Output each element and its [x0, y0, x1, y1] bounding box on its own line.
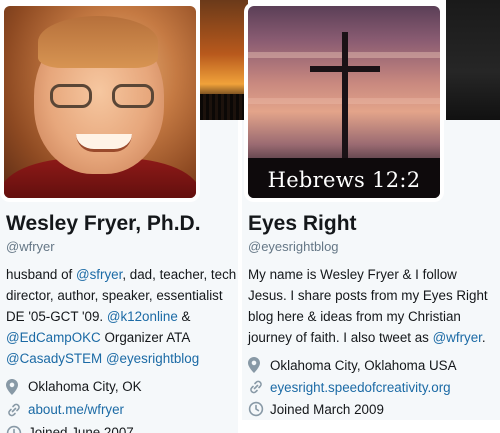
website-row: eyesright.speedofcreativity.org — [248, 376, 498, 398]
location-row: Oklahoma City, OK — [6, 375, 238, 398]
bio-text: Organizer ATA — [100, 330, 191, 345]
profile-bio: husband of @sfryer, dad, teacher, tech d… — [6, 264, 238, 369]
website-link[interactable]: about.me/wfryer — [28, 402, 124, 417]
joined-text: Joined June 2007 — [28, 425, 134, 433]
location-text: Oklahoma City, OK — [28, 379, 142, 394]
bio-text: husband of — [6, 267, 76, 282]
profile-handle[interactable]: @eyesrightblog — [248, 238, 498, 256]
bio-text: & — [177, 309, 191, 324]
avatar-eyes-right[interactable]: Hebrews 12:2 — [244, 2, 444, 202]
pin-icon — [6, 378, 28, 395]
profile-info-eyes-right: Eyes Right @eyesrightblog My name is Wes… — [248, 210, 498, 420]
joined-row: Joined March 2009 — [248, 398, 498, 420]
location-text: Oklahoma City, Oklahoma USA — [270, 357, 457, 373]
profile-name[interactable]: Eyes Right — [248, 210, 498, 238]
link-icon — [248, 379, 270, 395]
website-row: about.me/wfryer — [6, 398, 238, 421]
bio-text: Jesus. I share posts from my Eyes Right — [248, 288, 488, 303]
bio-text: director, author, speaker, essentialist — [6, 288, 223, 303]
bio-text: , dad, teacher, tech — [122, 267, 237, 282]
calendar-icon — [248, 401, 270, 417]
avatar-caption: Hebrews 12:2 — [267, 168, 421, 192]
banner-image-sunset — [200, 0, 248, 120]
mention-link[interactable]: @eyesrightblog — [106, 351, 199, 366]
location-row: Oklahoma City, Oklahoma USA — [248, 354, 498, 376]
mention-link[interactable]: @k12online — [107, 309, 178, 324]
banner-image-dark — [446, 0, 500, 120]
profile-info-wesley: Wesley Fryer, Ph.D. @wfryer husband of @… — [6, 210, 238, 433]
mention-link[interactable]: @wfryer — [433, 330, 482, 345]
mention-link[interactable]: @CasadySTEM — [6, 351, 102, 366]
website-link[interactable]: eyesright.speedofcreativity.org — [270, 380, 451, 395]
bio-text: journey of faith. I also tweet as — [248, 330, 433, 345]
profile-name[interactable]: Wesley Fryer, Ph.D. — [6, 210, 238, 238]
joined-text: Joined March 2009 — [270, 401, 384, 417]
mention-link[interactable]: @sfryer — [76, 267, 122, 282]
bio-text: DE '05-GCT '09. — [6, 309, 107, 324]
avatar-wesley[interactable] — [0, 2, 200, 202]
calendar-icon — [6, 425, 28, 433]
link-icon — [6, 402, 28, 418]
bio-text: . — [481, 330, 486, 345]
bio-text: blog here & ideas from my Christian — [248, 309, 461, 324]
bio-text: My name is Wesley Fryer & I follow — [248, 267, 457, 282]
pin-icon — [248, 357, 270, 373]
profile-handle[interactable]: @wfryer — [6, 238, 238, 256]
profile-bio: My name is Wesley Fryer & I follow Jesus… — [248, 264, 498, 348]
mention-link[interactable]: @EdCampOKC — [6, 330, 101, 345]
profile-meta: Oklahoma City, OK about.me/wfryer Joined… — [6, 375, 238, 433]
joined-row: Joined June 2007 — [6, 421, 238, 433]
profile-meta: Oklahoma City, Oklahoma USA eyesright.sp… — [248, 354, 498, 420]
